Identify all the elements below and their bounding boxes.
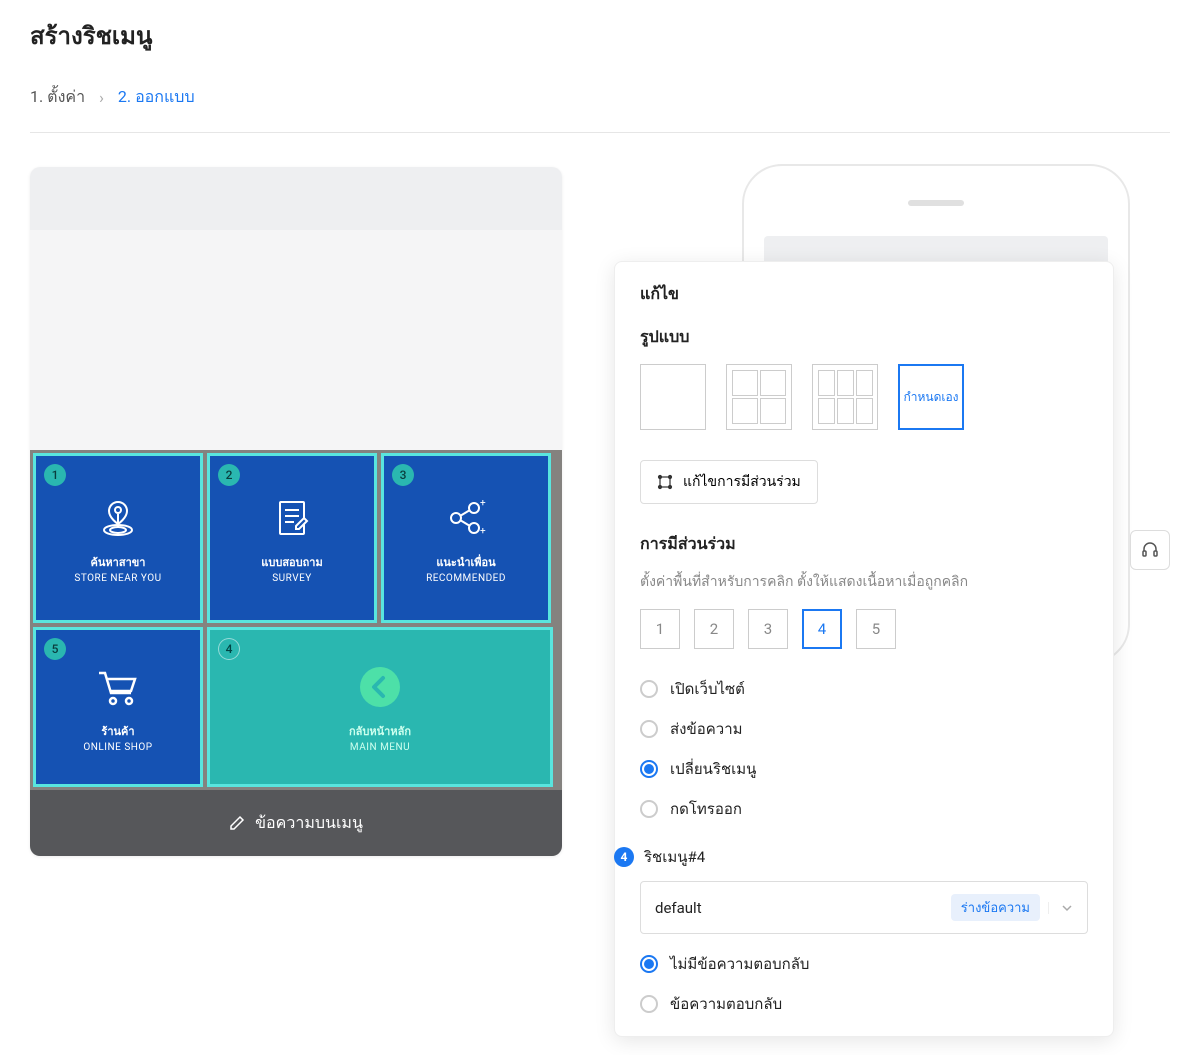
cell-badge: 3	[392, 464, 414, 486]
edit-interaction-label: แก้ไขการมีส่วนร่วม	[683, 471, 801, 493]
radio-label: ข้อความตอบกลับ	[670, 992, 782, 1016]
reply-radio-group: ไม่มีข้อความตอบกลับ ข้อความตอบกลับ	[640, 952, 1088, 1016]
preview-titlebar	[30, 167, 562, 230]
cell-badge: 5	[44, 638, 66, 660]
interaction-heading: การมีส่วนร่วม	[640, 532, 1088, 557]
edit-interaction-button[interactable]: แก้ไขการมีส่วนร่วม	[640, 460, 818, 504]
radio-label: ส่งข้อความ	[670, 717, 743, 741]
richmenu-cell-3[interactable]: 3 ++ แนะนำเพื่อน RECOMMENDED	[381, 453, 551, 623]
edit-title: แก้ไข	[640, 282, 1088, 307]
slot-3[interactable]: 3	[748, 609, 788, 649]
richmenu-target-label: 4 ริชเมนู#4	[614, 845, 1088, 869]
radio-label: เปิดเว็บไซต์	[670, 677, 745, 701]
divider	[30, 132, 1170, 133]
cell-label-en: ONLINE SHOP	[83, 742, 152, 753]
preview-footer-button[interactable]: ข้อความบนเมนู	[30, 790, 562, 856]
template-option-custom[interactable]: กำหนดเอง	[898, 364, 964, 430]
chevron-down-icon	[1048, 902, 1073, 914]
action-open-url[interactable]: เปิดเว็บไซต์	[640, 677, 1088, 701]
richmenu-grid: 1 ค้นหาสาขา STORE NEAR YOU 2 แบบสอบถาม	[30, 450, 562, 790]
action-radio-group: เปิดเว็บไซต์ ส่งข้อความ เปลี่ยนริชเมนู ก…	[640, 677, 1088, 821]
preview-canvas	[30, 230, 562, 450]
cell-label-en: STORE NEAR YOU	[74, 573, 161, 584]
cell-badge: 2	[218, 464, 240, 486]
slot-4[interactable]: 4	[802, 609, 842, 649]
select-tag: ร่างข้อความ	[951, 894, 1040, 921]
cart-icon	[93, 662, 143, 712]
cell-label-en: MAIN MENU	[350, 742, 410, 753]
action-switch-richmenu[interactable]: เปลี่ยนริชเมนู	[640, 757, 1088, 781]
help-button[interactable]	[1130, 530, 1170, 570]
interaction-description: ตั้งค่าพื้นที่สำหรับการคลิก ตั้งให้แสดงเ…	[640, 571, 1088, 593]
reply-none[interactable]: ไม่มีข้อความตอบกลับ	[640, 952, 1088, 976]
template-option-single[interactable]	[640, 364, 706, 430]
richmenu-select[interactable]: default ร่างข้อความ	[640, 881, 1088, 934]
back-icon	[355, 662, 405, 712]
cell-label-th: ร้านค้า	[101, 722, 134, 740]
slot-selector: 1 2 3 4 5	[640, 609, 1088, 649]
action-call[interactable]: กดโทรออก	[640, 797, 1088, 821]
breadcrumb-separator: ›	[99, 88, 104, 107]
radio-label: กดโทรออก	[670, 797, 742, 821]
richmenu-target-text: ริชเมนู#4	[644, 845, 705, 869]
cell-label-en: RECOMMENDED	[426, 573, 506, 584]
template-option-2x2[interactable]	[726, 364, 792, 430]
richmenu-preview-card: 1 ค้นหาสาขา STORE NEAR YOU 2 แบบสอบถาม	[30, 167, 562, 856]
cell-badge: 4	[218, 638, 240, 660]
select-value: default	[655, 899, 702, 917]
step-badge: 4	[614, 847, 634, 867]
breadcrumb-step2[interactable]: 2. ออกแบบ	[118, 85, 195, 110]
slot-5[interactable]: 5	[856, 609, 896, 649]
slot-1[interactable]: 1	[640, 609, 680, 649]
cell-label-th: กลับหน้าหลัก	[349, 722, 411, 740]
pencil-icon	[229, 815, 245, 831]
breadcrumb-step1[interactable]: 1. ตั้งค่า	[30, 85, 85, 110]
template-heading: รูปแบบ	[640, 325, 1088, 350]
richmenu-cell-2[interactable]: 2 แบบสอบถาม SURVEY	[207, 453, 377, 623]
edit-panel: แก้ไข รูปแบบ กำหนดเอง	[614, 261, 1114, 1037]
svg-text:+: +	[480, 498, 486, 509]
svg-text:+: +	[480, 526, 486, 537]
breadcrumb: 1. ตั้งค่า › 2. ออกแบบ	[30, 85, 1170, 110]
footer-label: ข้อความบนเมนู	[255, 811, 363, 836]
cell-label-th: ค้นหาสาขา	[91, 553, 146, 571]
richmenu-cell-5[interactable]: 5 ร้านค้า ONLINE SHOP	[33, 627, 203, 787]
template-option-3x2[interactable]	[812, 364, 878, 430]
recommend-icon: ++	[441, 493, 491, 543]
page-title: สร้างริชเมนู	[30, 16, 1170, 55]
phone-speaker	[908, 200, 964, 206]
richmenu-cell-4[interactable]: 4 กลับหน้าหลัก MAIN MENU	[207, 627, 553, 787]
cell-label-th: แบบสอบถาม	[261, 553, 322, 571]
slot-2[interactable]: 2	[694, 609, 734, 649]
template-options: กำหนดเอง	[640, 364, 1088, 430]
richmenu-cell-1[interactable]: 1 ค้นหาสาขา STORE NEAR YOU	[33, 453, 203, 623]
radio-label: ไม่มีข้อความตอบกลับ	[670, 952, 809, 976]
template-custom-label: กำหนดเอง	[903, 389, 958, 406]
cell-label-th: แนะนำเพื่อน	[436, 553, 495, 571]
pin-icon	[93, 493, 143, 543]
reply-has[interactable]: ข้อความตอบกลับ	[640, 992, 1088, 1016]
crop-icon	[657, 474, 673, 490]
cell-badge: 1	[44, 464, 66, 486]
action-send-message[interactable]: ส่งข้อความ	[640, 717, 1088, 741]
radio-label: เปลี่ยนริชเมนู	[670, 757, 756, 781]
cell-label-en: SURVEY	[272, 573, 312, 584]
headset-icon	[1140, 540, 1160, 560]
survey-icon	[267, 493, 317, 543]
